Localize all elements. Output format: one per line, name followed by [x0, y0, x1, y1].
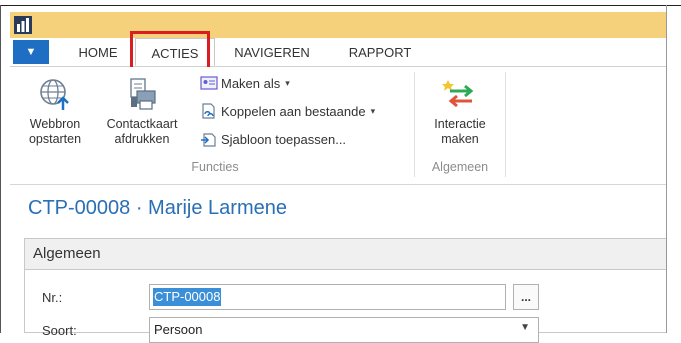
- webbron-opstarten-button[interactable]: Webbron opstarten: [16, 77, 94, 147]
- sjabloon-toepassen-button[interactable]: Sjabloon toepassen...: [200, 131, 346, 147]
- contact-card-icon: [200, 76, 218, 90]
- maken-als-button[interactable]: Maken als ▾: [200, 75, 290, 91]
- title-bar: [10, 12, 666, 38]
- tab-home[interactable]: HOME: [68, 38, 128, 66]
- nr-value: CTP-00008: [153, 288, 222, 306]
- nr-lookup-button[interactable]: ...: [513, 284, 539, 310]
- ribbon-tab-row: ▼ HOME ACTIES NAVIGEREN RAPPORT: [10, 38, 666, 67]
- caret-down-icon: ▾: [370, 105, 376, 116]
- application-menu-button[interactable]: ▼: [13, 40, 49, 64]
- fasttab-header[interactable]: Algemeen: [25, 239, 666, 270]
- window-right-edge: [666, 5, 667, 333]
- interactie-label-line1: Interactie: [434, 117, 486, 131]
- fasttab-algemeen: Algemeen Nr.: CTP-00008 ... Soort: Perso…: [24, 238, 666, 343]
- koppelen-aan-bestaande-button[interactable]: Koppelen aan bestaande ▾: [200, 103, 375, 119]
- group-label-algemeen: Algemeen: [431, 160, 489, 174]
- interaction-arrows-icon: [442, 80, 474, 108]
- chevron-down-icon: ▼: [520, 322, 530, 333]
- app-icon: [14, 16, 32, 34]
- webbron-label-line1: Webbron: [29, 117, 81, 131]
- nr-label: Nr.:: [42, 290, 63, 305]
- group-separator: [505, 72, 506, 177]
- soort-label: Soort:: [42, 323, 77, 338]
- contactkaart-label-line1: Contactkaart: [106, 117, 178, 131]
- window-left-edge: [0, 5, 1, 333]
- interactie-maken-button[interactable]: Interactie maken: [420, 77, 500, 147]
- top-border: [0, 5, 681, 6]
- contactkaart-label-line2: afdrukken: [114, 132, 170, 146]
- soort-select[interactable]: Persoon ▼: [149, 317, 539, 343]
- caret-down-icon: ▾: [285, 77, 290, 88]
- fasttab-title: Algemeen: [33, 245, 101, 262]
- group-label-functies: Functies: [191, 160, 239, 174]
- soort-value: Persoon: [154, 322, 203, 337]
- ribbon: Webbron opstarten Contactkaart afdrukken…: [10, 67, 666, 185]
- link-document-icon: [202, 103, 215, 119]
- group-separator: [414, 72, 415, 177]
- maken-als-label: Maken als: [221, 75, 281, 91]
- globe-arrow-icon: [40, 79, 69, 110]
- page-title: CTP-00008 · Marije Larmene: [28, 197, 287, 219]
- tab-rapport[interactable]: RAPPORT: [335, 38, 425, 66]
- tab-navigeren[interactable]: NAVIGEREN: [222, 38, 322, 66]
- template-icon: [201, 133, 216, 147]
- webbron-label-line2: opstarten: [28, 132, 82, 146]
- interactie-label-line2: maken: [441, 132, 479, 146]
- acties-highlight-box: [130, 31, 210, 71]
- koppelen-label: Koppelen aan bestaande: [221, 103, 366, 119]
- sjabloon-label: Sjabloon toepassen...: [221, 131, 347, 147]
- printer-icon: [130, 78, 156, 110]
- contactkaart-afdrukken-button[interactable]: Contactkaart afdrukken: [96, 77, 188, 147]
- nr-field[interactable]: CTP-00008: [149, 284, 506, 310]
- chevron-down-icon: ▼: [25, 46, 37, 58]
